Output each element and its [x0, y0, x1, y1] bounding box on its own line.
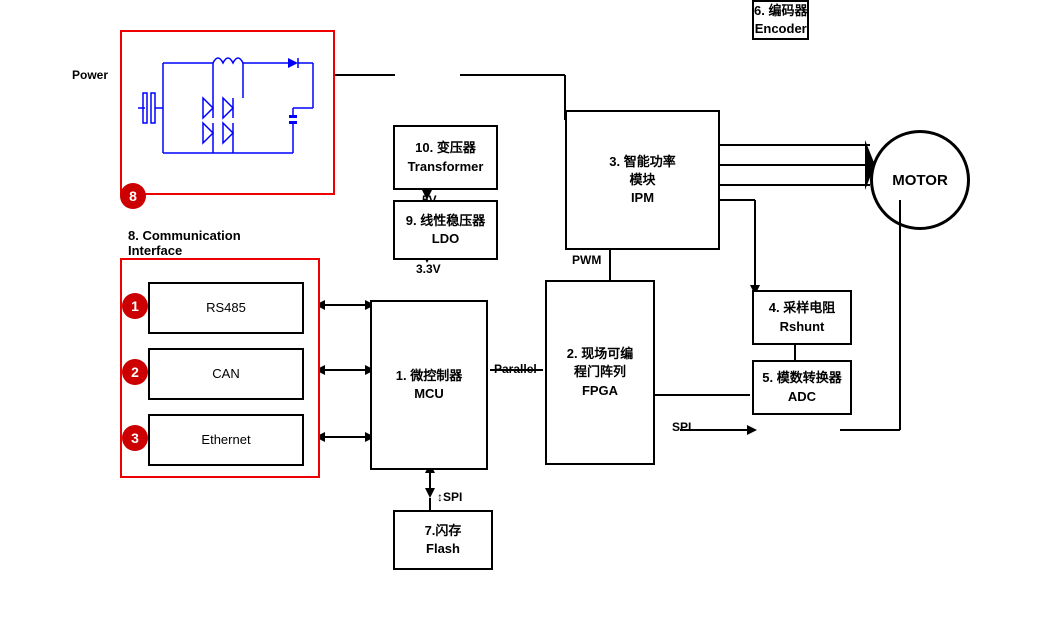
fpga-english: FPGA — [582, 382, 618, 400]
mcu-block: 1. 微控制器 MCU — [370, 300, 488, 470]
flash-chinese: 7.闪存 — [425, 522, 462, 540]
parallel-label: Parallel — [494, 362, 537, 376]
rshunt-block: 4. 采样电阻 Rshunt — [752, 290, 852, 345]
mcu-chinese: 1. 微控制器 — [396, 367, 462, 385]
transformer-english: Transformer — [408, 158, 484, 176]
flash-english: Flash — [426, 540, 460, 558]
can-block: CAN — [148, 348, 304, 400]
motor-label: MOTOR — [892, 172, 948, 189]
spi-bottom-label: ↕SPI — [437, 490, 462, 504]
transformer-chinese: 10. 变压器 — [415, 139, 476, 157]
badge-8: 8 — [120, 183, 146, 209]
rshunt-english: Rshunt — [780, 318, 825, 336]
rs485-block: RS485 — [148, 282, 304, 334]
ethernet-label: Ethernet — [201, 431, 250, 449]
power-circuit-box — [120, 30, 335, 195]
ldo-block: 9. 线性稳压器 LDO — [393, 200, 498, 260]
adc-chinese: 5. 模数转换器 — [762, 369, 841, 387]
fpga-block: 2. 现场可编程门阵列 FPGA — [545, 280, 655, 465]
mcu-english: MCU — [414, 385, 444, 403]
ethernet-block: Ethernet — [148, 414, 304, 466]
rshunt-chinese: 4. 采样电阻 — [769, 299, 835, 317]
pwm-label: PWM — [572, 253, 601, 267]
v3-3-label: 3.3V — [416, 262, 441, 276]
circuit-schematic — [133, 43, 323, 183]
ipm-english: IPM — [631, 189, 654, 207]
adc-english: ADC — [788, 388, 816, 406]
motor-block: MOTOR — [870, 130, 970, 230]
ipm-chinese: 3. 智能功率模块 — [609, 153, 675, 189]
diagram: Power — [0, 0, 1044, 624]
spi-right-label: SPI — [672, 420, 691, 434]
badge-2: 2 — [122, 359, 148, 385]
fpga-chinese: 2. 现场可编程门阵列 — [567, 345, 633, 381]
encoder-english: Encoder — [755, 20, 807, 38]
flash-block: 7.闪存 Flash — [393, 510, 493, 570]
ldo-english: LDO — [432, 230, 459, 248]
badge-3: 3 — [122, 425, 148, 451]
adc-block: 5. 模数转换器 ADC — [752, 360, 852, 415]
can-label: CAN — [212, 365, 239, 383]
ipm-block: 3. 智能功率模块 IPM — [565, 110, 720, 250]
encoder-chinese: 6. 编码器 — [754, 2, 807, 20]
power-label: Power — [72, 68, 108, 82]
rs485-label: RS485 — [206, 299, 246, 317]
transformer-block: 10. 变压器 Transformer — [393, 125, 498, 190]
ldo-chinese: 9. 线性稳压器 — [406, 212, 485, 230]
comm-interface-label: 8. CommunicationInterface — [128, 228, 241, 258]
badge-1: 1 — [122, 293, 148, 319]
encoder-block: 6. 编码器 Encoder — [752, 0, 809, 40]
